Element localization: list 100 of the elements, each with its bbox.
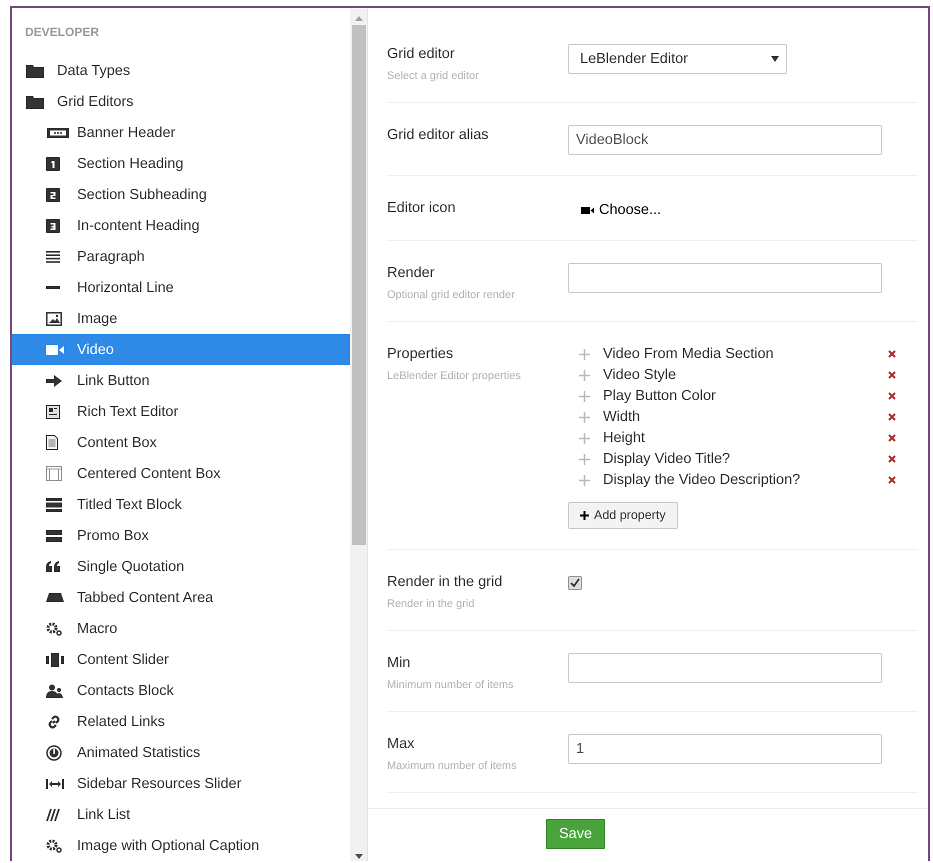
link-icon [46, 714, 62, 730]
field-label: Editor icon [387, 199, 457, 218]
remove-icon[interactable] [888, 413, 896, 421]
folder-icon [26, 94, 44, 108]
quote-icon [46, 560, 60, 572]
slashes-icon [46, 808, 60, 822]
width-arrows-icon [46, 778, 64, 788]
arrow-right-icon [46, 374, 62, 388]
tree-item[interactable]: Section Subheading [12, 179, 350, 210]
tree-item[interactable]: Data Types [12, 55, 350, 86]
field-label: Max [387, 734, 416, 754]
property-name: Video Style [603, 367, 678, 383]
property-name: Height [603, 430, 646, 446]
field-label: Min [387, 654, 412, 672]
remove-icon[interactable] [888, 392, 896, 400]
move-handle-icon [579, 474, 590, 486]
tree-item[interactable]: Video [12, 334, 350, 365]
tree-item[interactable]: Link List [12, 799, 350, 830]
page-icon [46, 435, 58, 450]
field-label: Render [387, 264, 436, 282]
property-name: Width [603, 409, 642, 425]
tree-item[interactable]: In-content Heading [12, 210, 350, 241]
property-name: Display Video Title? [603, 451, 732, 467]
tree-item[interactable]: Titled Text Block [12, 489, 350, 520]
dial-icon [46, 744, 62, 760]
tree-item[interactable]: Centered Content Box [12, 458, 350, 489]
field-description: Minimum number of items [387, 678, 515, 690]
tree-item[interactable]: Promo Box [12, 520, 350, 551]
ticket-icon [46, 126, 70, 140]
choose-link[interactable]: Choose... [581, 202, 662, 218]
folder-icon [26, 64, 44, 78]
tab-shape-icon [46, 593, 64, 602]
tree-item[interactable]: Macro [12, 613, 350, 644]
field-label: Render in the grid [387, 572, 504, 592]
video-camera-icon [46, 344, 64, 356]
input-field[interactable] [568, 652, 882, 682]
checkbox[interactable] [568, 576, 582, 590]
caret-icon [771, 56, 779, 62]
move-handle-icon [579, 370, 590, 380]
move-handle-icon [579, 432, 590, 444]
text-lines-icon [46, 250, 60, 262]
gears-icon [46, 838, 62, 852]
field-description: Select a grid editor [387, 70, 480, 82]
add-property-button[interactable]: Add property [568, 502, 678, 528]
field-label: Grid editor [387, 45, 456, 64]
move-handle-icon [579, 348, 590, 360]
tree-item[interactable]: Rich Text Editor [12, 396, 350, 427]
tree-item[interactable]: Paragraph [12, 241, 350, 272]
remove-icon[interactable] [888, 455, 896, 463]
move-handle-icon [579, 390, 590, 402]
tree-item[interactable]: Horizontal Line [12, 272, 350, 303]
field-description: Render in the grid [387, 598, 476, 610]
tree-item[interactable]: Image [12, 303, 350, 334]
input-field[interactable]: VideoBlock [568, 125, 882, 155]
move-handle-icon [579, 454, 590, 464]
plus-icon [580, 510, 589, 520]
tree-item[interactable]: Sidebar Resources Slider [12, 768, 350, 799]
two-bars-icon [46, 530, 62, 542]
scroll-down-icon[interactable] [354, 854, 362, 859]
field-description: Optional grid editor render [387, 288, 516, 300]
field-label: Properties [387, 344, 454, 364]
scrollbar[interactable] [350, 8, 368, 861]
scrollbar-thumb[interactable] [352, 25, 366, 545]
gears-icon [46, 622, 62, 636]
slider-columns-icon [46, 652, 64, 666]
tree-item[interactable]: Tabbed Content Area [12, 582, 350, 613]
tree-item[interactable]: Section Heading [12, 148, 350, 179]
number-one-icon [46, 156, 60, 170]
field-description: Maximum number of items [387, 760, 518, 772]
property-name: Video From Media Section [603, 346, 775, 362]
tree-item[interactable]: Image with Optional Caption [12, 830, 350, 861]
number-two-icon [46, 188, 60, 202]
image-icon [46, 312, 62, 326]
input-field[interactable]: 1 [568, 734, 882, 764]
tree-item[interactable]: Banner Header [12, 117, 350, 148]
tree-item[interactable]: Single Quotation [12, 551, 350, 582]
tree-item[interactable]: Link Button [12, 365, 350, 396]
remove-icon[interactable] [888, 371, 896, 379]
remove-icon[interactable] [888, 476, 896, 484]
tree-item[interactable]: Grid Editors [12, 86, 350, 117]
remove-icon[interactable] [888, 434, 896, 442]
tree-item[interactable]: Animated Statistics [12, 737, 350, 768]
property-name: Display the Video Description? [603, 472, 802, 488]
video-camera-icon [581, 206, 594, 214]
tree-item[interactable]: Related Links [12, 706, 350, 737]
number-three-icon [46, 218, 60, 232]
stacked-bars-icon [46, 498, 62, 512]
tree-item[interactable]: Content Slider [12, 644, 350, 675]
input-field[interactable] [568, 262, 882, 292]
select-dropdown[interactable]: LeBlender Editor [568, 44, 787, 74]
section-title: DEVELOPER [24, 24, 100, 41]
tree-item[interactable]: Contacts Block [12, 675, 350, 706]
move-handle-icon [579, 412, 590, 422]
field-description: LeBlender Editor properties [387, 370, 522, 382]
document-icon [46, 404, 60, 418]
tree-item[interactable]: Content Box [12, 427, 350, 458]
people-icon [46, 684, 64, 698]
field-label: Grid editor alias [387, 126, 490, 145]
minus-icon [46, 286, 60, 290]
remove-icon[interactable] [888, 350, 896, 358]
